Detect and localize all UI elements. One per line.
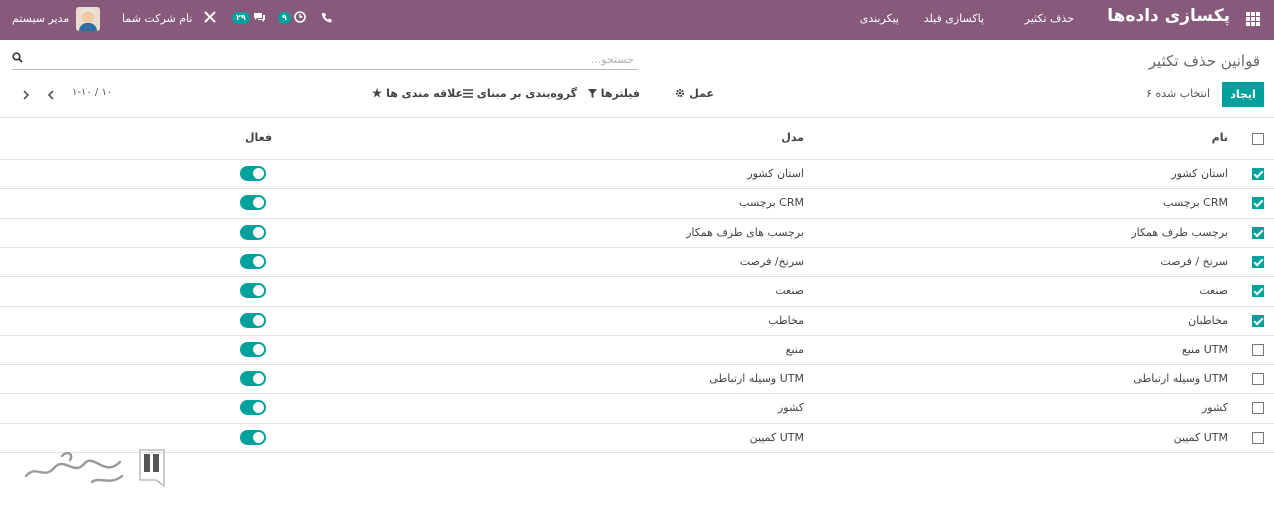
menu-item-dedup[interactable]: حذف تکثیر <box>1025 12 1074 25</box>
active-toggle[interactable] <box>240 166 266 181</box>
table-bottom-border <box>0 452 1274 453</box>
action-label: عمل <box>689 87 714 100</box>
cell-model: برچسب CRM <box>739 196 804 210</box>
tools-icon[interactable] <box>204 11 216 26</box>
watermark-logo <box>24 449 165 488</box>
cell-model: مخاطب <box>768 313 804 327</box>
row-checkbox[interactable] <box>1252 431 1264 444</box>
chat-icon <box>254 12 266 22</box>
table-row[interactable]: برچسب CRM برچسب CRM <box>0 188 1274 217</box>
activities-indicator[interactable]: ۹ <box>278 10 307 24</box>
gear-icon <box>676 88 685 98</box>
table-row[interactable]: مخاطبان مخاطب <box>0 305 1274 335</box>
create-button[interactable]: ایجاد <box>1222 82 1264 107</box>
filter-icon <box>587 89 597 98</box>
active-toggle[interactable] <box>240 341 266 357</box>
filters-button[interactable]: فیلترها <box>587 87 640 100</box>
cell-model: استان کشور <box>747 167 804 180</box>
active-toggle[interactable] <box>240 371 266 387</box>
row-checkbox[interactable] <box>1252 226 1264 239</box>
active-toggle[interactable] <box>240 224 266 240</box>
cell-model: وسیله ارتباطی UTM <box>709 372 804 386</box>
cell-model: صنعت <box>775 284 804 298</box>
star-icon <box>372 88 383 98</box>
favorites-label: علاقه مندی ها <box>386 87 463 100</box>
active-toggle[interactable] <box>240 400 266 416</box>
phone-icon[interactable] <box>321 12 332 26</box>
cell-name: سرنخ / فرصت <box>1160 254 1228 268</box>
table-row[interactable]: کمپین UTM کمپین UTM <box>0 422 1274 452</box>
cell-name: کمپین UTM <box>1173 430 1228 444</box>
row-checkbox[interactable] <box>1252 373 1264 386</box>
search-icon[interactable] <box>12 52 23 66</box>
row-checkbox[interactable] <box>1252 402 1264 415</box>
cell-name: وسیله ارتباطی UTM <box>1133 372 1228 386</box>
select-all-checkbox[interactable] <box>1252 133 1264 145</box>
column-header-active[interactable]: فعال <box>245 131 272 144</box>
cell-model: سرنخ/ فرصت <box>739 254 804 268</box>
top-navbar: پکسازی داده‌ها حذف تکثیر پاکسازی فیلد پی… <box>0 0 1274 40</box>
row-checkbox[interactable] <box>1252 255 1264 268</box>
menu-item-configuration[interactable]: پیکربندی <box>860 12 899 25</box>
messages-indicator[interactable]: ۲۹ <box>232 10 266 24</box>
table-row[interactable]: برچسب طرف همکار برچسب های طرف همکار <box>0 217 1274 247</box>
control-panel-divider <box>0 117 1274 118</box>
search-input[interactable] <box>30 50 634 68</box>
app-brand[interactable]: پکسازی داده‌ها <box>1107 6 1230 26</box>
cell-model: کشور <box>777 401 804 415</box>
table-row[interactable]: کشور کشور <box>0 393 1274 422</box>
active-toggle[interactable] <box>240 312 266 328</box>
pager-next-icon[interactable] <box>19 88 33 102</box>
apps-grid-icon[interactable] <box>1246 12 1260 26</box>
active-toggle[interactable] <box>240 253 266 269</box>
action-menu-button[interactable]: عمل <box>675 87 714 100</box>
cell-model: منبع <box>785 342 804 356</box>
filters-label: فیلترها <box>600 87 640 100</box>
groupby-button[interactable]: گروه‌بندی بر مبنای <box>462 87 577 100</box>
cell-name: کشور <box>1201 401 1228 415</box>
cell-name: صنعت <box>1199 284 1228 298</box>
page-title: قوانین حذف تکثیر <box>1148 52 1260 70</box>
table-row[interactable]: منبع UTM منبع <box>0 334 1274 364</box>
row-checkbox[interactable] <box>1252 197 1264 210</box>
active-toggle[interactable] <box>240 429 266 445</box>
cell-name: استان کشور <box>1171 167 1228 180</box>
groupby-label: گروه‌بندی بر مبنای <box>476 87 577 100</box>
row-checkbox[interactable] <box>1252 285 1264 298</box>
message-count-badge: ۲۹ <box>232 12 250 24</box>
table-row[interactable]: سرنخ / فرصت سرنخ/ فرصت <box>0 246 1274 276</box>
column-header-model[interactable]: مدل <box>781 131 804 144</box>
table-row[interactable]: صنعت صنعت <box>0 276 1274 305</box>
menu-item-field-cleaning[interactable]: پاکسازی فیلد <box>924 12 984 25</box>
company-switcher[interactable]: نام شرکت شما <box>122 12 192 25</box>
column-header-name[interactable]: نام <box>1212 131 1228 144</box>
table-row[interactable]: استان کشور استان کشور <box>0 159 1274 188</box>
clock-icon <box>294 11 307 23</box>
pager-previous-icon[interactable] <box>44 88 58 102</box>
list-icon <box>462 89 473 98</box>
search-bar <box>12 48 638 70</box>
cell-name: برچسب طرف همکار <box>1131 225 1228 239</box>
favorites-button[interactable]: علاقه مندی ها <box>372 87 463 100</box>
selected-count: ۶ انتخاب شده <box>1146 87 1210 100</box>
cell-name: مخاطبان <box>1188 313 1228 327</box>
active-toggle[interactable] <box>240 283 266 299</box>
cell-model: کمپین UTM <box>749 430 804 444</box>
user-name[interactable]: مدیر سیستم <box>12 12 69 25</box>
active-toggle[interactable] <box>240 195 266 211</box>
cell-model: برچسب های طرف همکار <box>686 225 804 239</box>
cell-name: منبع UTM <box>1181 342 1228 356</box>
table-row[interactable]: وسیله ارتباطی UTM وسیله ارتباطی UTM <box>0 364 1274 393</box>
row-checkbox[interactable] <box>1252 343 1264 356</box>
pager-value[interactable]: ۱-۱۰ / ۱۰ <box>72 87 112 98</box>
cell-name: برچسب CRM <box>1163 196 1228 210</box>
avatar[interactable] <box>76 7 100 31</box>
row-checkbox[interactable] <box>1252 314 1264 327</box>
activity-count-badge: ۹ <box>278 12 291 24</box>
row-checkbox[interactable] <box>1252 168 1264 180</box>
